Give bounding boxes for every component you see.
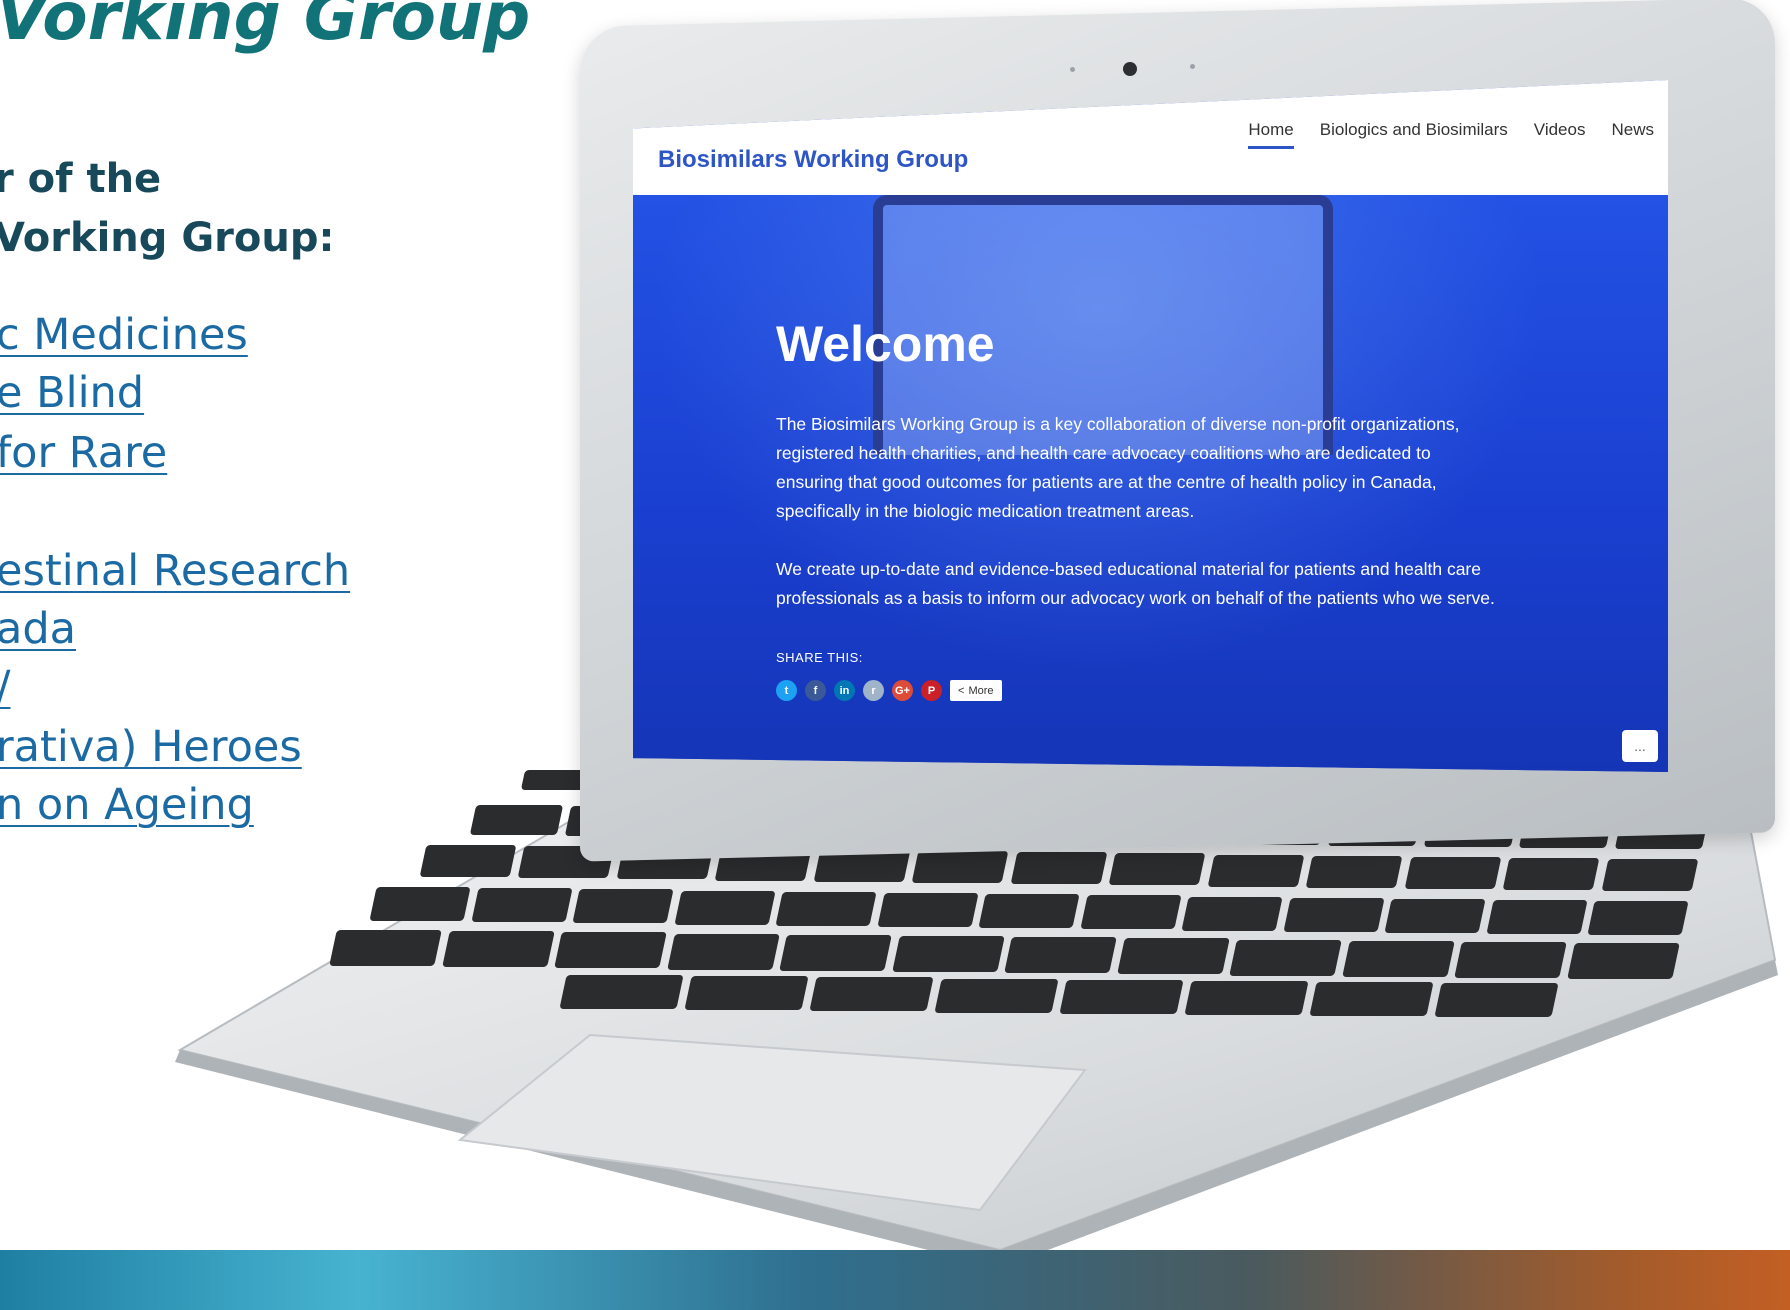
keyboard-key	[1010, 852, 1108, 885]
nav-news[interactable]: News	[1611, 120, 1654, 149]
keyboard-key	[329, 930, 442, 966]
hero-heading: Welcome	[776, 316, 995, 372]
keyboard-key	[572, 889, 674, 924]
keyboard-key	[779, 934, 892, 971]
decorative-banner	[0, 1250, 1790, 1310]
keyboard-key	[1454, 942, 1567, 978]
keyboard-key	[470, 888, 572, 923]
keyboard-key	[1004, 937, 1117, 974]
keyboard-key	[684, 976, 809, 1011]
share-more-label: More	[968, 684, 994, 697]
keyboard-key	[1309, 982, 1434, 1017]
facebook-icon[interactable]: f	[805, 680, 826, 701]
keyboard-key	[419, 845, 517, 877]
keyboard-key	[1108, 853, 1207, 886]
keyboard-key	[1229, 939, 1342, 976]
site-logo[interactable]: Biosimilars Working Group	[658, 146, 968, 174]
main-nav: Home Biologics and Biosimilars Videos Ne…	[1248, 120, 1654, 149]
keyboard-key	[1486, 900, 1588, 935]
laptop-screen: Biosimilars Working Group Home Biologics…	[633, 80, 1668, 772]
keyboard-key	[1404, 857, 1502, 889]
keyboard-key	[369, 887, 471, 921]
keyboard-key	[1502, 858, 1600, 891]
sensor-icon	[1070, 67, 1075, 72]
keyboard-key	[1059, 979, 1184, 1014]
nav-home[interactable]: Home	[1248, 120, 1294, 149]
keyboard-key	[1207, 854, 1305, 887]
sensor-icon	[1190, 64, 1195, 69]
keyboard-key	[1587, 901, 1689, 936]
keyboard-key	[877, 893, 978, 927]
reddit-icon[interactable]: r	[863, 680, 884, 701]
share-icon: <	[958, 684, 965, 697]
keyboard-key	[1184, 981, 1309, 1015]
keyboard-key	[1384, 899, 1486, 933]
share-buttons: t f in r G+ P < More	[776, 680, 1002, 701]
google-plus-icon[interactable]: G+	[892, 680, 913, 701]
keyboard-key	[554, 932, 667, 969]
keyboard-key	[1341, 940, 1454, 977]
more-options-button[interactable]: ...	[1622, 730, 1658, 762]
camera-icon	[1123, 62, 1137, 76]
keyboard-key	[978, 894, 1080, 929]
hero-section: Welcome The Biosimilars Working Group is…	[633, 195, 1668, 772]
hero-paragraph: We create up-to-date and evidence-based …	[776, 559, 1495, 608]
keyboard-key	[1566, 943, 1679, 980]
keyboard-key	[469, 805, 564, 835]
keyboard-key	[559, 975, 684, 1009]
nav-videos[interactable]: Videos	[1534, 120, 1586, 149]
keyboard-key	[1305, 855, 1403, 888]
keyboard-key	[1080, 895, 1181, 930]
nav-biologics-biosimilars[interactable]: Biologics and Biosimilars	[1320, 120, 1508, 149]
keyboard-key	[1434, 983, 1559, 1018]
keyboard-key	[666, 933, 779, 970]
keyboard-key	[891, 936, 1004, 972]
share-more-button[interactable]: < More	[950, 680, 1002, 701]
keyboard-key	[911, 851, 1010, 883]
keyboard-key	[1283, 897, 1384, 932]
keyboard-key	[673, 890, 775, 925]
keyboard-key	[1601, 859, 1699, 892]
share-label: SHARE THIS:	[776, 650, 863, 665]
keyboard-key	[441, 931, 554, 968]
keyboard-key	[1181, 896, 1283, 931]
twitter-icon[interactable]: t	[776, 680, 797, 701]
linkedin-icon[interactable]: in	[834, 680, 855, 701]
keyboard-key	[934, 978, 1059, 1013]
keyboard-key	[809, 977, 934, 1012]
pinterest-icon[interactable]: P	[921, 680, 942, 701]
keyboard-key	[775, 891, 877, 926]
keyboard-key	[1116, 938, 1229, 975]
hero-paragraph: The Biosimilars Working Group is a key c…	[776, 414, 1460, 521]
